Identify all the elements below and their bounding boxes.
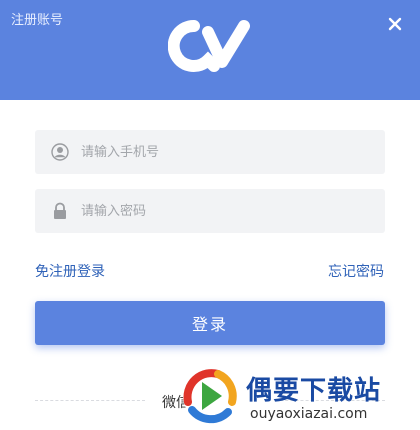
watermark-brand: 偶要下载站 bbox=[246, 376, 382, 406]
forgot-password-link[interactable]: 忘记密码 bbox=[328, 261, 384, 281]
qv-logo-icon bbox=[168, 19, 250, 72]
phone-input[interactable] bbox=[81, 132, 371, 172]
watermark-url: ouyaoxiazai.com bbox=[250, 406, 368, 422]
register-account-link[interactable]: 注册账号 bbox=[11, 9, 63, 28]
user-icon bbox=[50, 142, 70, 162]
header: 注册账号 bbox=[0, 0, 420, 100]
lock-icon bbox=[50, 201, 70, 221]
password-input[interactable] bbox=[81, 191, 371, 231]
phone-field[interactable] bbox=[35, 130, 385, 174]
watermark-logo-icon bbox=[183, 369, 237, 424]
password-field[interactable] bbox=[35, 189, 385, 233]
login-button[interactable]: 登录 bbox=[35, 301, 385, 345]
close-icon[interactable] bbox=[384, 13, 406, 35]
free-register-login-link[interactable]: 免注册登录 bbox=[35, 261, 105, 281]
divider-left bbox=[35, 400, 145, 401]
watermark: 偶要下载站 ouyaoxiazai.com bbox=[178, 362, 418, 428]
